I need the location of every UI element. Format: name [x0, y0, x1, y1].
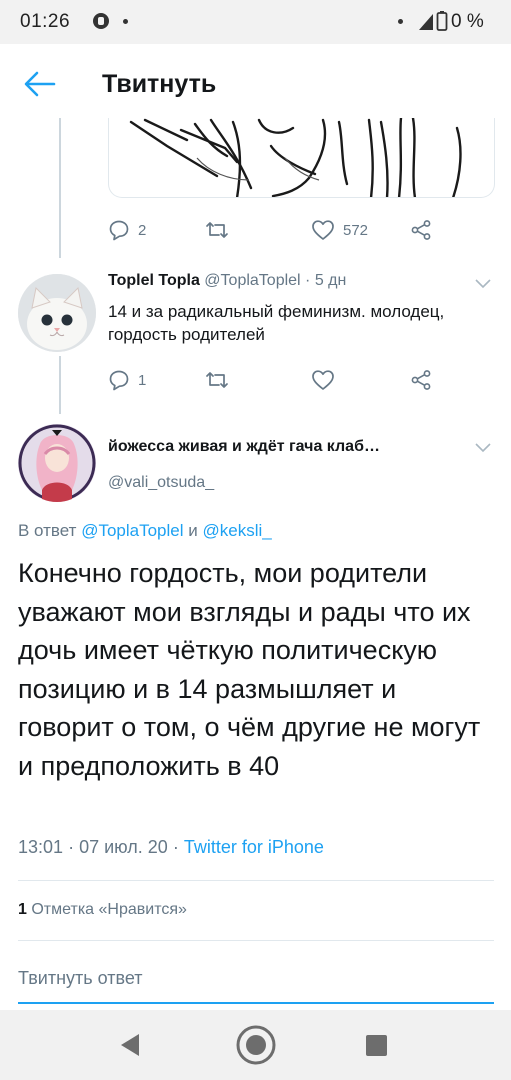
avatar-main-author[interactable] [18, 424, 96, 502]
tweet-actions: 1 [108, 364, 438, 396]
status-bar: 01:26 0 % [0, 0, 511, 44]
notification-app-icon [93, 13, 109, 29]
app-bar: Твитнуть [0, 44, 511, 124]
anime-avatar-image [18, 424, 96, 502]
likes-label: Отметка «Нравится» [31, 901, 187, 918]
battery-icon [436, 11, 448, 31]
notification-dot-icon [123, 19, 128, 24]
retweet-action[interactable] [205, 364, 237, 396]
reply-input-underline [18, 1002, 494, 1004]
reply-count: 2 [138, 221, 147, 239]
retweet-action[interactable] [205, 214, 237, 246]
meta-separator: · [305, 272, 311, 289]
author-name[interactable]: Toplel Topla [108, 272, 200, 289]
retweet-icon [206, 372, 228, 388]
author-name[interactable]: йожесса живая и ждёт гача клаб… [108, 438, 464, 456]
reply-action[interactable]: 1 [108, 364, 146, 396]
share-icon [411, 370, 431, 390]
divider [18, 940, 494, 941]
tweet-time: 5 дн [314, 272, 347, 289]
status-dot-icon [398, 19, 403, 24]
signal-icon [419, 14, 433, 30]
meta-separator: · [68, 837, 75, 857]
tweet-source-link[interactable]: Twitter for iPhone [184, 837, 324, 857]
reply-count: 1 [138, 371, 147, 389]
chevron-down-icon[interactable] [474, 278, 492, 290]
likes-row[interactable]: 1 Отметка «Нравится» [18, 901, 187, 919]
thread-line [59, 356, 61, 414]
likes-count: 1 [18, 901, 27, 918]
cat-avatar-image [18, 274, 96, 352]
reply-prefix: В ответ [18, 521, 77, 540]
page-title: Твитнуть [102, 70, 217, 98]
author-handle[interactable]: @ToplaToplel [204, 272, 300, 289]
tweet-time: 13:01 [18, 837, 64, 857]
divider [18, 880, 494, 881]
tweet-meta: 13:01 · 07 июл. 20 · Twitter for iPhone [18, 837, 324, 858]
tweet-actions: 2 572 [108, 214, 438, 246]
system-nav-bar [0, 1010, 511, 1080]
battery-percent: 0 % [451, 11, 484, 32]
like-action[interactable]: 572 [311, 214, 368, 246]
like-action[interactable] [311, 364, 343, 396]
reply-action[interactable]: 2 [108, 214, 146, 246]
like-count: 572 [343, 221, 369, 239]
tweet-date: 07 июл. 20 [79, 837, 168, 857]
meta-separator: · [172, 837, 179, 857]
reply-icon [109, 370, 129, 391]
arrow-left-icon[interactable] [22, 70, 56, 98]
share-action[interactable] [410, 364, 432, 396]
mention-link-2[interactable]: @keksli_ [202, 521, 271, 540]
tweet-media-image[interactable] [108, 118, 495, 198]
reply-input[interactable]: Твитнуть ответ [18, 968, 143, 989]
sketch-drawing [129, 118, 462, 197]
reply-and: и [188, 521, 198, 540]
chevron-down-icon[interactable] [474, 442, 492, 454]
share-icon [411, 220, 431, 240]
reply-tweet-header: Toplel Topla @ToplaToplel · 5 дн [108, 272, 346, 290]
heart-icon [312, 220, 334, 240]
share-action[interactable] [410, 214, 432, 246]
nav-recent-icon[interactable] [366, 1035, 387, 1056]
avatar-toplel[interactable] [18, 274, 96, 352]
retweet-icon [206, 222, 228, 238]
author-handle[interactable]: @vali_otsuda_ [108, 474, 214, 492]
replying-to: В ответ @ToplaToplel и @keksli_ [18, 521, 272, 541]
heart-icon [312, 370, 334, 390]
nav-home-icon[interactable] [234, 1023, 278, 1067]
reply-icon [109, 220, 129, 241]
mention-link-1[interactable]: @ToplaToplel [81, 521, 183, 540]
thread-line [59, 118, 61, 258]
tweet-text: 14 и за радикальный феминизм. молодец, г… [108, 302, 445, 344]
tweet-text: Конечно гордость, мои родители уважают м… [18, 558, 481, 781]
nav-back-icon[interactable] [118, 1032, 142, 1058]
status-time: 01:26 [20, 11, 71, 32]
